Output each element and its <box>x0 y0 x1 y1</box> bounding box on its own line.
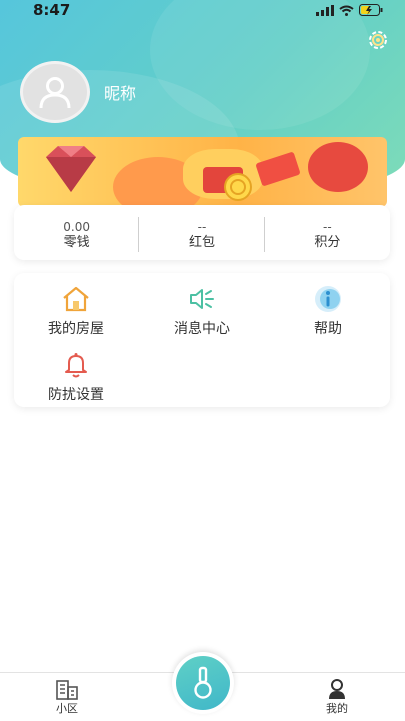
status-time: 8:47 <box>33 1 71 19</box>
points-label: 积分 <box>314 235 341 250</box>
banner-decoration <box>308 142 368 192</box>
menu-help[interactable]: 帮助 <box>268 285 388 338</box>
red-packet-value: -- <box>197 220 207 234</box>
menu-message-center[interactable]: 消息中心 <box>142 285 262 338</box>
menu-label: 帮助 <box>314 321 342 337</box>
wallet-red-packet[interactable]: -- 红包 <box>139 205 265 260</box>
menu-label: 我的房屋 <box>48 321 104 337</box>
coin-icon <box>224 173 252 201</box>
user-icon <box>39 77 71 109</box>
status-bar: 8:47 <box>0 0 405 20</box>
banner-decoration <box>255 151 301 187</box>
menu-label: 防扰设置 <box>48 387 104 403</box>
wallet-change[interactable]: 0.00 零钱 <box>14 205 140 260</box>
nickname[interactable]: 昵称 <box>104 80 136 104</box>
menu-label: 消息中心 <box>174 321 230 337</box>
wifi-icon <box>339 5 354 16</box>
battery-icon <box>359 4 383 16</box>
info-icon <box>315 286 341 312</box>
wallet-card: 0.00 零钱 -- 红包 -- 积分 <box>14 205 390 260</box>
menu-my-house[interactable]: 我的房屋 <box>16 285 136 338</box>
feature-menu-card: 我的房屋 消息中心 帮助 防扰设置 <box>14 273 390 407</box>
change-value: 0.00 <box>63 220 91 234</box>
house-icon <box>63 286 89 312</box>
key-icon <box>194 666 212 699</box>
building-icon <box>56 680 78 700</box>
signal-icon <box>316 4 334 16</box>
unlock-button-inner <box>176 656 230 710</box>
person-icon <box>329 679 345 699</box>
tab-label: 小区 <box>56 702 78 715</box>
points-value: -- <box>322 220 332 234</box>
diamond-icon <box>46 146 96 192</box>
menu-disturb-settings[interactable]: 防扰设置 <box>16 351 136 404</box>
tab-label: 我的 <box>326 702 348 715</box>
red-packet-label: 红包 <box>188 235 215 250</box>
unlock-button[interactable] <box>172 652 234 714</box>
settings-gear-icon[interactable] <box>366 28 390 52</box>
wallet-points[interactable]: -- 积分 <box>265 205 390 260</box>
promo-banner[interactable] <box>18 137 387 207</box>
tab-mine[interactable]: 我的 <box>307 678 367 716</box>
tab-community[interactable]: 小区 <box>37 678 97 716</box>
speaker-icon <box>190 289 214 309</box>
bell-icon <box>65 353 87 378</box>
avatar[interactable] <box>20 61 90 123</box>
change-label: 零钱 <box>63 235 90 250</box>
